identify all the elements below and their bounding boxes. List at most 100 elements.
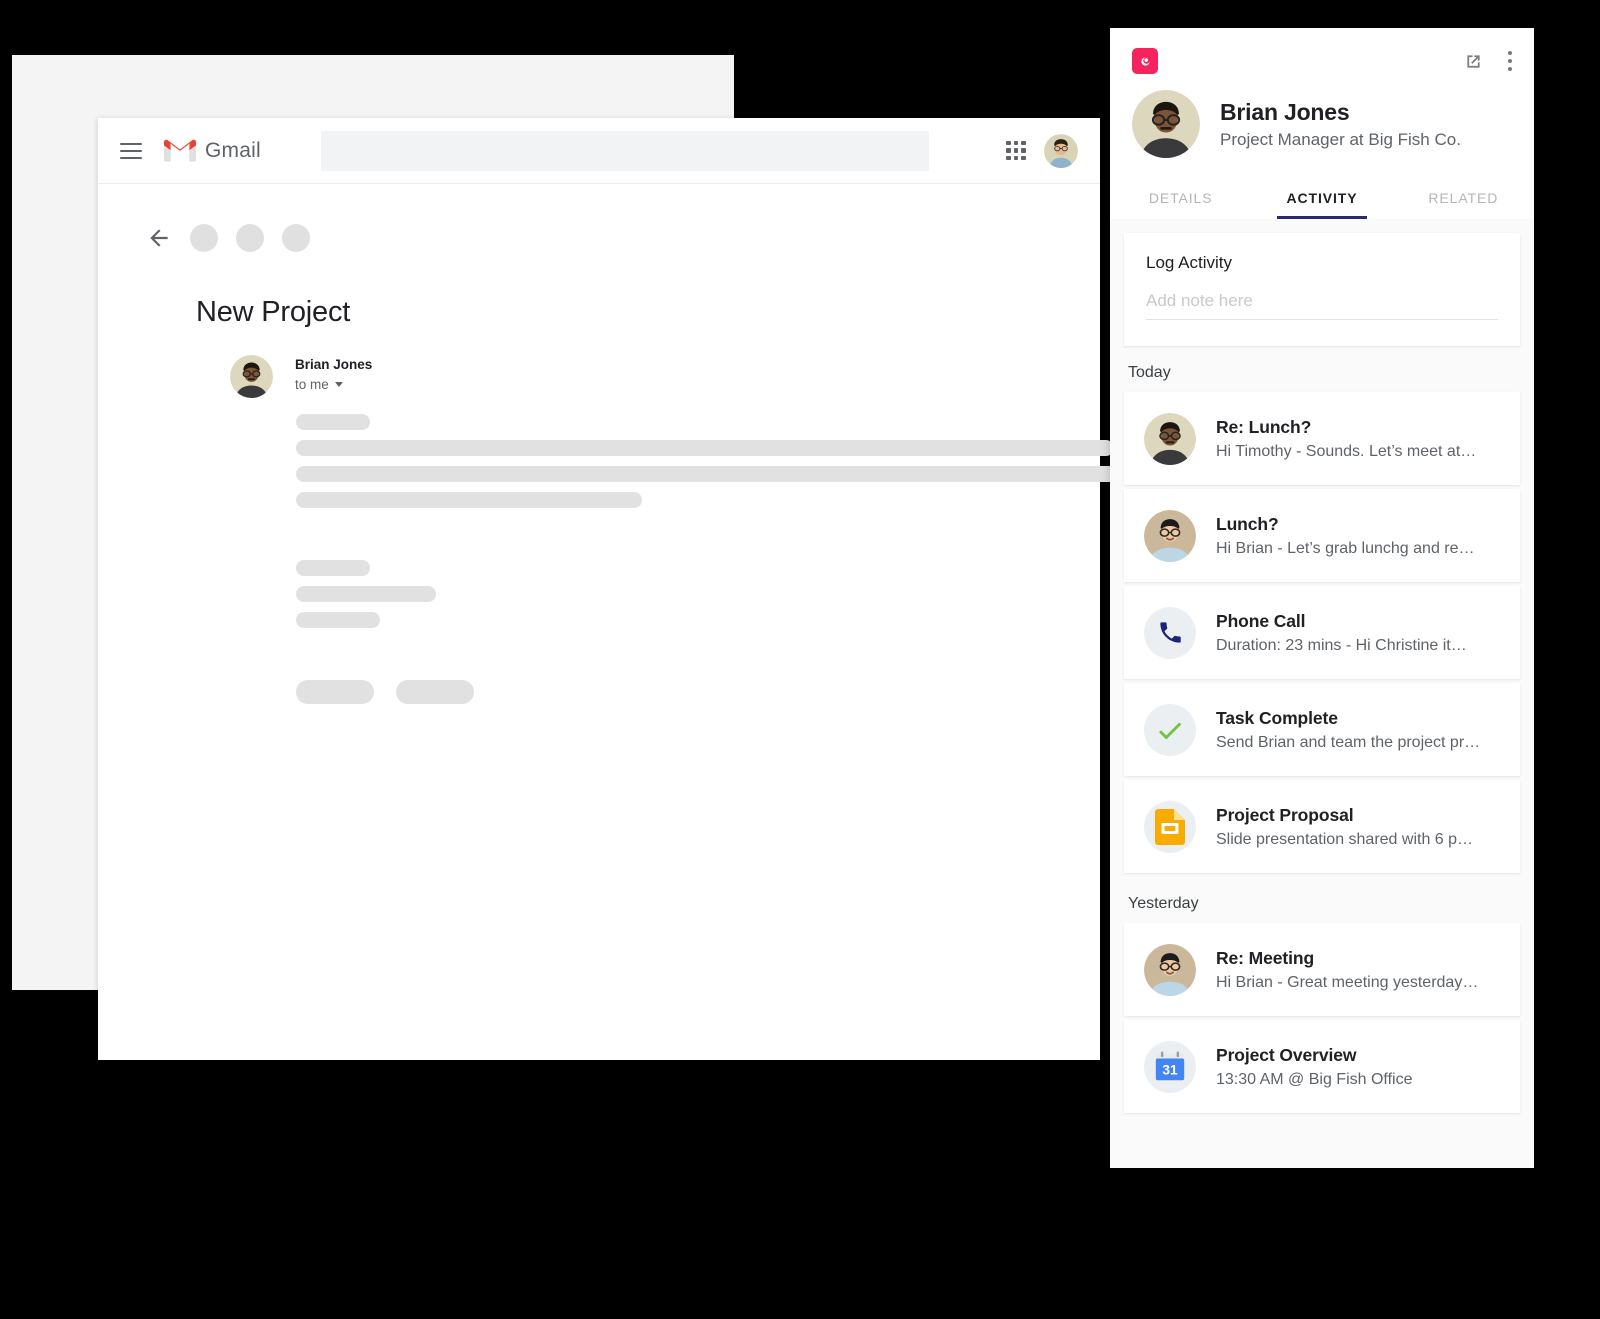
activity-group-label: Today: [1128, 364, 1171, 381]
log-activity-card: Log Activity: [1124, 233, 1520, 346]
google-slides-icon: [1144, 800, 1196, 853]
activity-item-text: Lunch? Hi Brian - Let’s grab lunchg and r…: [1216, 514, 1481, 558]
toolbar-placeholder-button[interactable]: [190, 224, 218, 252]
search-input[interactable]: [320, 130, 929, 171]
recipient-row[interactable]: to me: [295, 377, 372, 392]
activity-item-title: Lunch?: [1216, 513, 1279, 534]
avatar-image: [1144, 509, 1196, 562]
google-calendar-icon: 31: [1144, 1040, 1196, 1093]
sender-meta: Brian Jones to me: [295, 355, 372, 398]
sender-avatar: [230, 355, 273, 398]
activity-item-title: Re: Meeting: [1216, 947, 1315, 968]
avatar-image: [1144, 943, 1196, 996]
skeleton-bar: [296, 492, 642, 508]
skeleton-block-3: [296, 680, 1100, 704]
activity-groups: Today Re: Lunch? Hi Timothy - Sounds. Let…: [1110, 346, 1534, 1113]
panel-tabs: DETAILS ACTIVITY RELATED: [1110, 176, 1534, 219]
sender-name: Brian Jones: [295, 357, 373, 372]
skeleton-bar: [296, 612, 380, 628]
avatar-image: [1144, 412, 1196, 465]
avatar-image: [1044, 133, 1078, 168]
skeleton-bar: [396, 680, 474, 704]
user-avatar[interactable]: [1044, 133, 1078, 168]
activity-item-subtitle: Duration: 23 mins - Hi Christine it…: [1216, 636, 1467, 654]
gmail-logo: Gmail: [164, 139, 261, 163]
activity-item[interactable]: Task Complete Send Brian and team the pro…: [1124, 683, 1520, 776]
activity-item-title: Re: Lunch?: [1216, 416, 1312, 437]
email-body: New Project Brian Jones to me: [98, 184, 1136, 704]
copper-crm-logo-icon[interactable]: [1132, 48, 1158, 74]
gmail-header-actions: [1006, 133, 1078, 168]
apps-grid-icon[interactable]: [1006, 140, 1026, 161]
activity-item-text: Project Proposal Slide presentation share…: [1216, 805, 1481, 849]
activity-item-subtitle: Hi Brian - Let’s grab lunchg and revi…: [1216, 539, 1481, 557]
contact-avatar: [1132, 90, 1200, 158]
activity-item-subtitle: Send Brian and team the project prop…: [1216, 733, 1481, 751]
open-in-new-icon[interactable]: [1463, 51, 1484, 72]
activity-item-subtitle: Slide presentation shared with 6 people: [1216, 830, 1481, 848]
activity-item-text: Re: Lunch? Hi Timothy - Sounds. Let’s mee…: [1216, 417, 1476, 461]
activity-item-text: Re: Meeting Hi Brian - Great meeting yest…: [1216, 948, 1478, 992]
contact-avatar-brian: [1144, 412, 1196, 465]
activity-item-title: Phone Call: [1216, 610, 1306, 631]
panel-actions: [1463, 51, 1512, 72]
back-arrow-icon[interactable]: [146, 225, 172, 251]
check-glyph: [1159, 722, 1182, 739]
skeleton-bar: [296, 440, 1114, 456]
avatar-image: [1132, 90, 1200, 158]
contact-text: Brian Jones Project Manager at Big Fish …: [1220, 99, 1461, 150]
panel-header: Brian Jones Project Manager at Big Fish …: [1110, 28, 1534, 219]
activity-item-subtitle: Hi Brian - Great meeting yesterday…: [1216, 973, 1479, 991]
phone-icon: [1144, 606, 1196, 659]
activity-group-label: Yesterday: [1128, 895, 1199, 912]
gmail-header: Gmail: [98, 118, 1100, 184]
activity-item-title: Task Complete: [1216, 707, 1338, 728]
skeleton-bar: [296, 680, 374, 704]
crescent-moon-glyph: [1140, 56, 1150, 66]
activity-item-subtitle: Hi Timothy - Sounds. Let’s meet at…: [1216, 442, 1477, 460]
contact-avatar-timothy: [1144, 943, 1196, 996]
activity-scroll-area[interactable]: Log Activity Today Re: Lunch? Hi Timothy …: [1110, 219, 1534, 1168]
activity-item[interactable]: Lunch? Hi Brian - Let’s grab lunchg and r…: [1124, 489, 1520, 582]
skeleton-block-2: [296, 560, 1100, 628]
contact-avatar-timothy: [1144, 509, 1196, 562]
tab-details[interactable]: DETAILS: [1110, 176, 1251, 219]
gmail-wordmark: Gmail: [205, 138, 261, 162]
phone-glyph: [1159, 622, 1181, 643]
activity-item[interactable]: Re: Meeting Hi Brian - Great meeting yest…: [1124, 923, 1520, 1016]
activity-item[interactable]: 31 Project Overview 13:30 AM @ Big Fish O…: [1124, 1020, 1520, 1113]
recipient-label: to me: [295, 377, 329, 392]
skeleton-bar: [296, 586, 436, 602]
activity-item-subtitle: 13:30 AM @ Big Fish Office: [1216, 1070, 1413, 1088]
log-activity-title: Log Activity: [1146, 253, 1232, 272]
contact-role: Project Manager at Big Fish Co.: [1220, 129, 1461, 149]
skeleton-bar: [296, 414, 370, 430]
email-sender-row: Brian Jones to me: [230, 355, 1100, 398]
activity-item[interactable]: Phone Call Duration: 23 mins - Hi Christi…: [1124, 586, 1520, 679]
kebab-menu-icon[interactable]: [1508, 51, 1512, 71]
email-toolbar: [98, 224, 1100, 252]
hamburger-menu-icon[interactable]: [120, 142, 142, 159]
add-note-input[interactable]: [1146, 273, 1498, 320]
skeleton-bar: [296, 560, 370, 576]
toolbar-placeholder-button[interactable]: [282, 224, 310, 252]
activity-item-text: Task Complete Send Brian and team the pro…: [1216, 708, 1481, 752]
tab-activity[interactable]: ACTIVITY: [1251, 176, 1392, 219]
external-link-glyph: [1467, 54, 1480, 68]
tab-related[interactable]: RELATED: [1393, 176, 1534, 219]
contact-summary: Brian Jones Project Manager at Big Fish …: [1110, 74, 1534, 176]
check-icon: [1144, 703, 1196, 756]
svg-text:31: 31: [1162, 1062, 1178, 1077]
toolbar-placeholder-button[interactable]: [236, 224, 264, 252]
activity-item-text: Phone Call Duration: 23 mins - Hi Christi…: [1216, 611, 1467, 655]
activity-item[interactable]: Project Proposal Slide presentation share…: [1124, 780, 1520, 873]
gmail-window: Gmail New Project Brian Jones to me: [98, 118, 1136, 1060]
chevron-down-icon[interactable]: [334, 382, 343, 387]
activity-item-title: Project Proposal: [1216, 804, 1354, 825]
email-skeleton-content: [296, 414, 1136, 704]
activity-item[interactable]: Re: Lunch? Hi Timothy - Sounds. Let’s mee…: [1124, 392, 1520, 485]
contact-name: Brian Jones: [1220, 98, 1350, 125]
skeleton-bar: [296, 466, 1136, 482]
google-slides-glyph: [1155, 808, 1185, 845]
panel-toolbar: [1110, 28, 1534, 74]
